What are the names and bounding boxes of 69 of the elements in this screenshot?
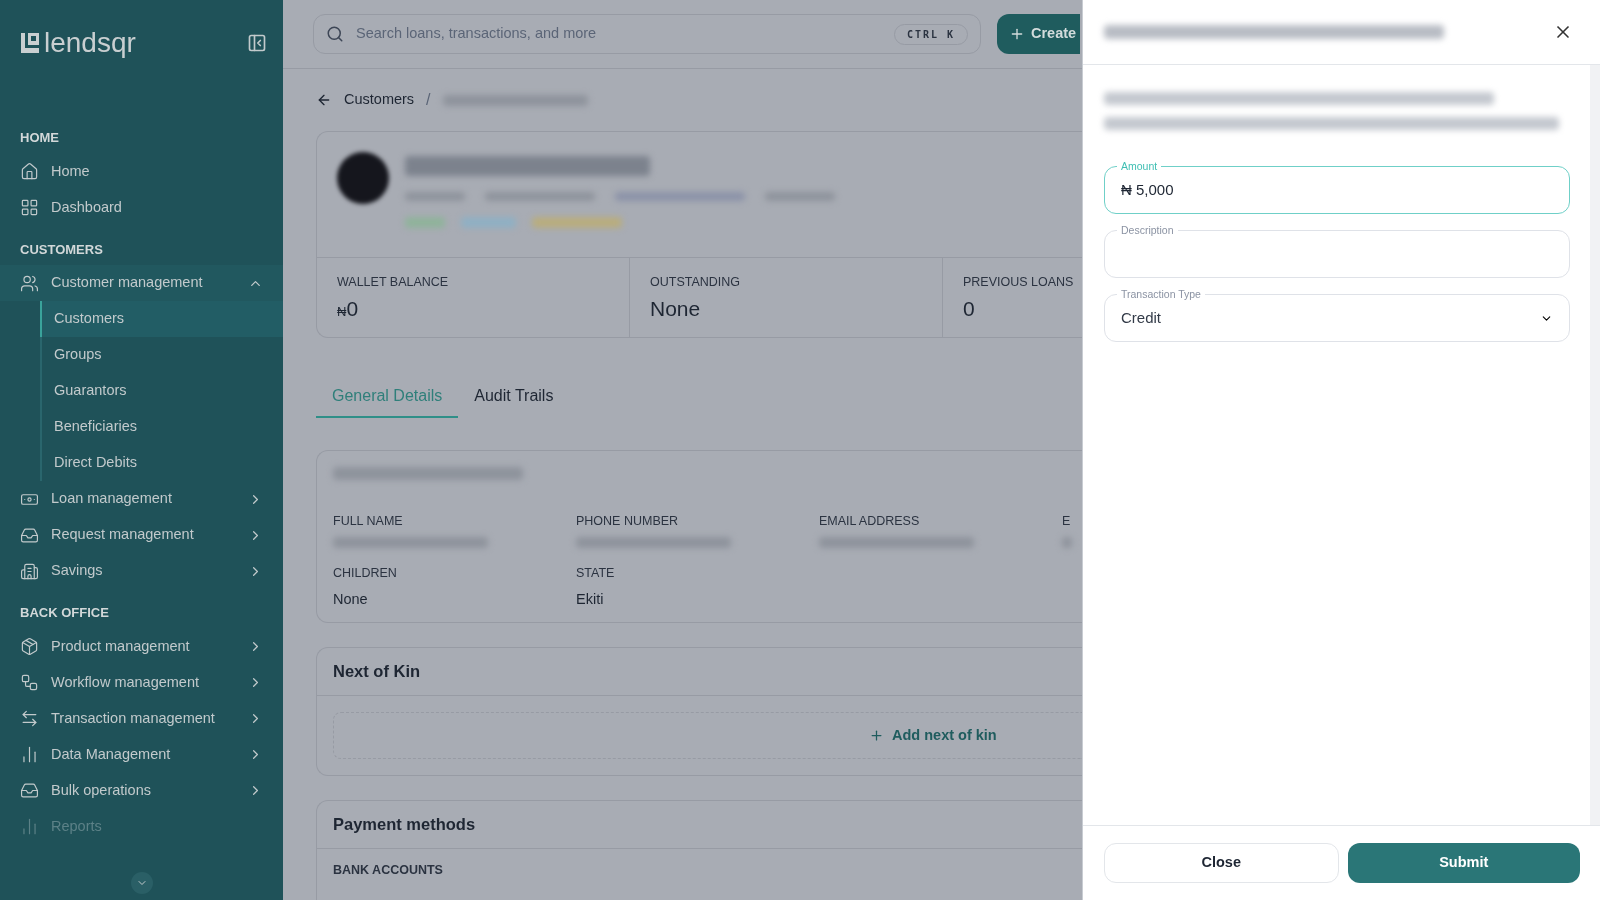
field-label: CHILDREN (333, 564, 398, 582)
sidebar-item[interactable]: Customer management (0, 265, 283, 301)
scrollbar[interactable] (1590, 65, 1600, 825)
sidebar-item[interactable]: Bulk operations (0, 772, 283, 809)
field-label: STATE (576, 564, 616, 582)
amount-value: ₦ 5,000 (1121, 179, 1174, 200)
sidebar-subitem[interactable]: Customers (40, 301, 283, 337)
sidebar-subitem[interactable]: Guarantors (40, 373, 283, 409)
logo-mark-icon (20, 32, 40, 54)
field-label: Description (1117, 223, 1178, 239)
workflow-icon (20, 673, 39, 692)
collapse-sidebar-button[interactable] (247, 33, 267, 53)
search-field[interactable]: Search loans, transactions, and more CTRL K (313, 14, 981, 54)
add-next-of-kin-button[interactable]: Add next of kin (869, 724, 997, 747)
inbox-icon (20, 781, 39, 800)
stat-value: None (650, 295, 702, 322)
sidebar-item[interactable]: Savings (0, 553, 283, 589)
sidebar-item[interactable]: Transaction management (0, 700, 283, 737)
back-arrow-icon[interactable] (316, 92, 332, 108)
sidebar-item[interactable]: Workflow management (0, 664, 283, 701)
stat-value: 0 (963, 295, 976, 322)
sidebar-subitem[interactable]: Beneficiaries (40, 409, 283, 445)
field-label: Transaction Type (1117, 287, 1205, 303)
field-label: PHONE NUMBER (576, 513, 680, 530)
sidebar-item[interactable]: Request management (0, 517, 283, 553)
sidebar-subitem[interactable]: Groups (40, 337, 283, 373)
tab[interactable]: Audit Trails (458, 376, 570, 418)
breadcrumb-link[interactable]: Customers (344, 89, 415, 111)
users-icon (20, 273, 39, 293)
section-heading: HOME (19, 129, 60, 147)
field-value: Ekiti (576, 589, 605, 609)
select-value: Credit (1121, 307, 1162, 328)
stat-label: WALLET BALANCE (337, 274, 450, 291)
home-icon (20, 162, 39, 181)
bar-chart-icon (20, 817, 39, 836)
avatar (337, 152, 389, 204)
stat-value: ₦0 (337, 295, 360, 322)
section-label: BANK ACCOUNTS (332, 862, 444, 880)
panel-collapse-icon (247, 33, 267, 53)
card-title: Payment methods (333, 814, 476, 836)
building-icon (20, 561, 39, 581)
card-title: Next of Kin (333, 661, 421, 683)
box-icon (20, 637, 39, 656)
sidebar-item[interactable]: Product management (0, 628, 283, 665)
field-label: E (1062, 513, 1072, 530)
search-placeholder: Search loans, transactions, and more (356, 24, 598, 44)
sidebar-item[interactable]: Home (0, 153, 283, 190)
field-value: None (333, 589, 369, 609)
arrows-icon (20, 709, 39, 728)
sidebar-item[interactable]: Data Management (0, 736, 283, 773)
sidebar-item[interactable]: Dashboard (0, 189, 283, 226)
field-label: FULL NAME (333, 513, 404, 530)
submit-button[interactable]: Submit (1347, 843, 1580, 883)
stat-label: PREVIOUS LOANS (963, 274, 1074, 291)
section-heading: CUSTOMERS (19, 240, 104, 259)
search-icon (326, 25, 344, 43)
plus-icon (1009, 26, 1025, 42)
section-heading: BACK OFFICE (19, 604, 110, 622)
stat-label: OUTSTANDING (650, 274, 742, 291)
close-button[interactable]: Close (1104, 843, 1339, 883)
sidebar-item[interactable]: Loan management (0, 481, 283, 517)
logo-text: lendsqr (44, 29, 136, 57)
field-label: EMAIL ADDRESS (819, 513, 921, 530)
plus-icon (869, 728, 884, 744)
sidebar-subitem[interactable]: Direct Debits (40, 445, 283, 481)
bar-chart-icon (20, 745, 39, 764)
grid-icon (20, 198, 39, 217)
breadcrumb-separator: / (426, 90, 431, 110)
create-button[interactable]: Create (997, 14, 1081, 54)
